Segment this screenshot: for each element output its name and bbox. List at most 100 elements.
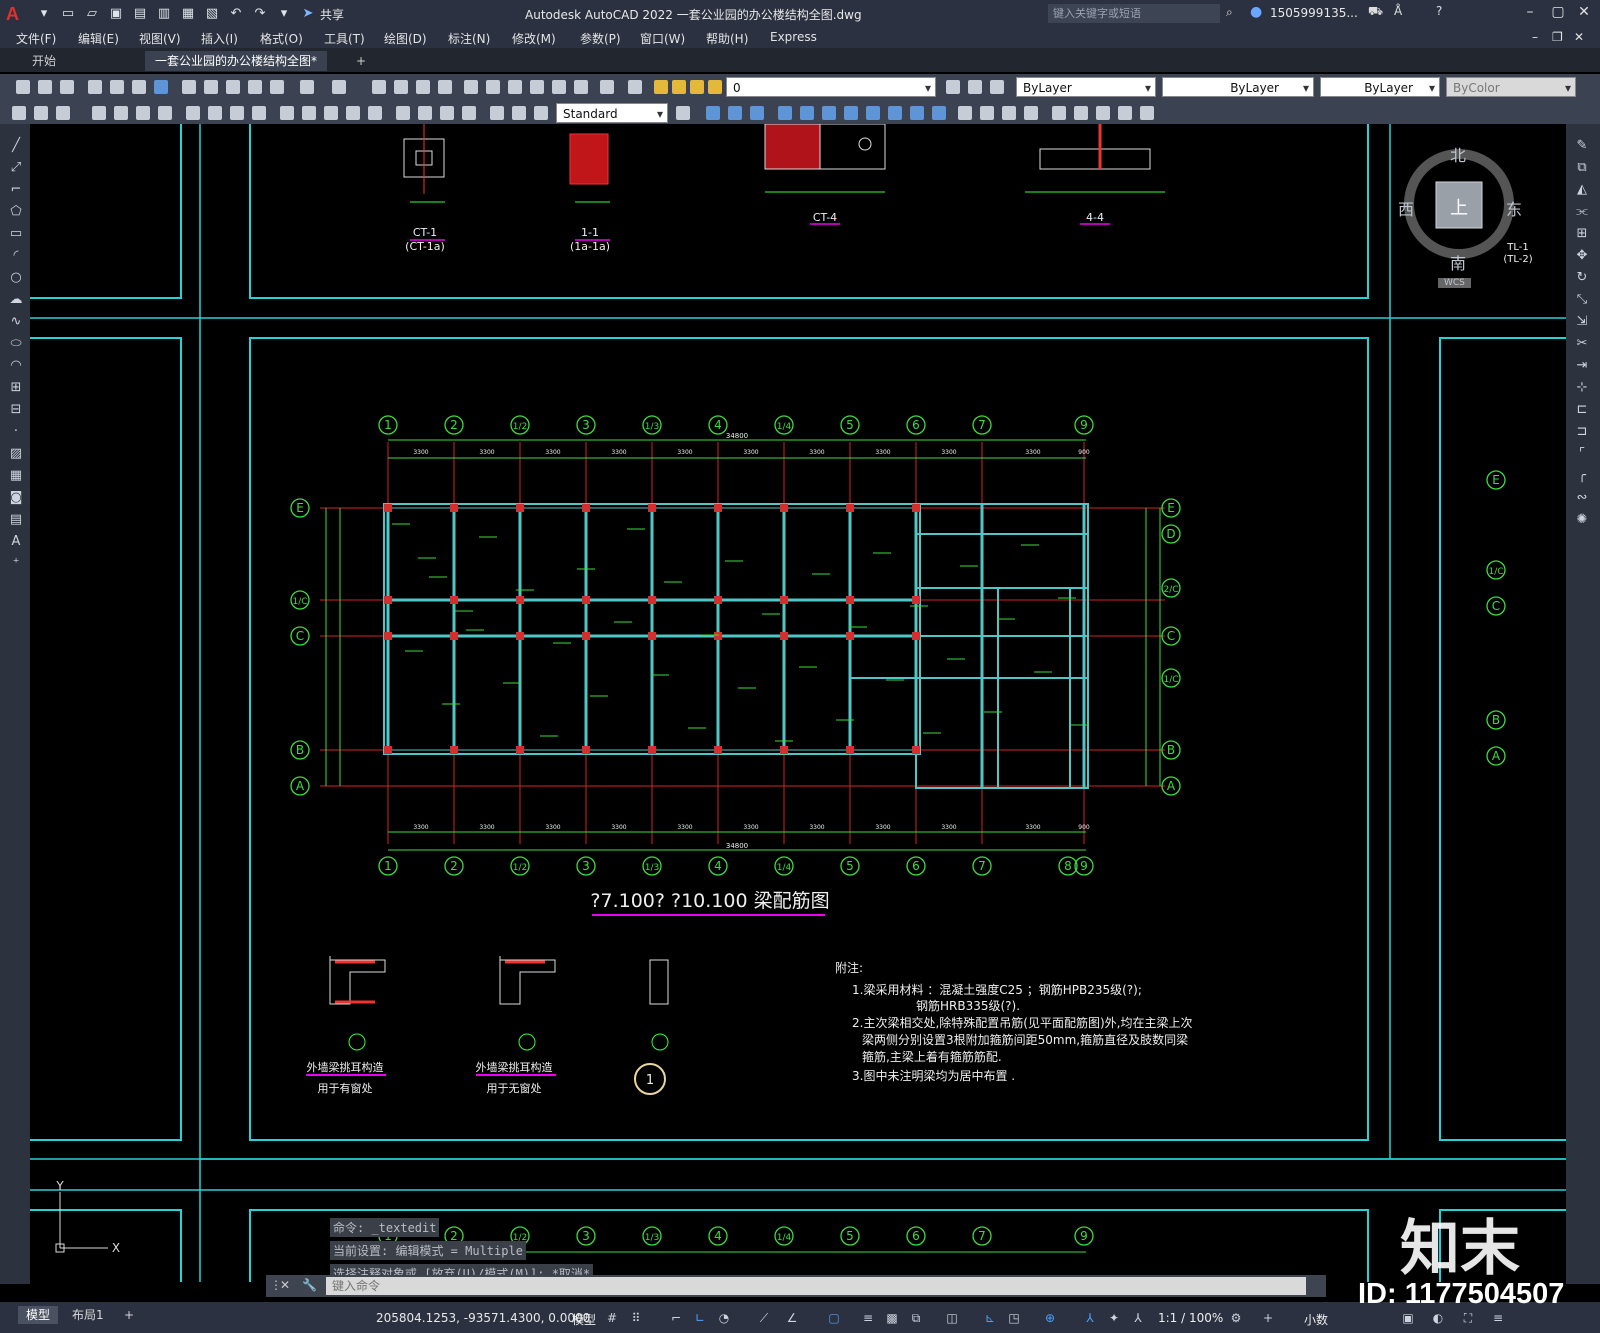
doc-restore-icon[interactable]: ❐ [1552,30,1563,44]
insert-block-icon[interactable]: ⊞ [8,380,24,396]
3d-osnap-icon[interactable]: ◫ [944,1310,960,1326]
tab-start[interactable]: 开始 [22,51,66,71]
dim-break-icon[interactable] [366,104,384,122]
close-icon[interactable]: ✕ [1574,4,1594,22]
save-as-icon[interactable]: ▤ [131,6,149,22]
isodraft-icon[interactable]: ⟋ [756,1310,772,1326]
zoom-window-icon[interactable] [414,78,432,96]
lineweight-dropdown[interactable]: ByLayer [1320,77,1440,98]
ucs-zaxis-icon[interactable] [930,104,948,122]
fillet-icon[interactable]: ╭ [1574,468,1590,484]
realistic-icon[interactable] [1000,104,1018,122]
autocad-logo-icon[interactable]: A [6,3,32,25]
hardware-acceleration-icon[interactable]: ▣ [1400,1310,1416,1326]
layer-dropdown[interactable]: 0 [726,77,936,98]
construction-line-icon[interactable]: ⤢ [8,160,24,176]
polyline-icon[interactable]: ⌐ [8,182,24,198]
inspection-icon[interactable] [438,104,456,122]
undo-icon[interactable]: ↶ [227,6,245,22]
pan-icon[interactable] [370,78,388,96]
viewcube-south[interactable]: 南 [1450,250,1466,274]
aligned-dim-icon[interactable] [112,104,130,122]
hatch-icon[interactable]: ▨ [8,446,24,462]
menu-window[interactable]: 窗口(W) [640,30,685,47]
scale-icon[interactable]: ⤡ [1574,292,1590,308]
menu-help[interactable]: 帮助(H) [706,30,748,47]
plot-icon[interactable]: ▧ [203,6,221,22]
dim-edit-icon[interactable] [488,104,506,122]
minimize-icon[interactable]: – [1520,4,1540,22]
view-left-icon[interactable] [748,104,766,122]
layer-states-icon[interactable] [988,78,1006,96]
revcloud-icon[interactable]: ☁ [8,292,24,308]
open-file-icon[interactable]: ▱ [83,6,101,22]
menu-dimension[interactable]: 标注(N) [448,30,490,47]
explode-icon[interactable]: ✺ [1574,512,1590,528]
lineweight-icon[interactable]: ≡ [860,1310,876,1326]
zoom-previous-icon[interactable] [436,78,454,96]
center-mark-icon[interactable] [416,104,434,122]
plot-preview-icon[interactable] [108,78,126,96]
join-icon[interactable]: ⊐ [1574,424,1590,440]
redo-icon[interactable] [330,78,348,96]
arc-icon[interactable]: ◜ [8,248,24,264]
osnap-icon[interactable]: ▢ [826,1310,842,1326]
menu-format[interactable]: 格式(O) [260,30,303,47]
undo-icon[interactable] [298,78,316,96]
ucs-icon[interactable] [776,104,794,122]
render-window-icon[interactable] [1116,104,1134,122]
make-block-icon[interactable]: ⊟ [8,402,24,418]
view-front-icon[interactable] [704,104,722,122]
units-value[interactable]: 小数 [1304,1311,1328,1328]
lights-icon[interactable] [1072,104,1090,122]
rectangle-icon[interactable]: ▭ [8,226,24,242]
user-icon[interactable]: ● [1250,4,1262,20]
otrack-icon[interactable]: ∠ [784,1310,800,1326]
layer-manager-icon[interactable] [626,78,644,96]
mtext-icon[interactable]: A [8,534,24,550]
render-preset-icon[interactable] [1138,104,1156,122]
erase-icon[interactable]: ✎ [1574,138,1590,154]
search-icon[interactable]: ⌕ [1226,5,1233,20]
make-current-layer-icon[interactable] [944,78,962,96]
region-icon[interactable]: ◙ [8,490,24,506]
dim-style-dropdown[interactable]: Standard [556,103,668,124]
radius-dim-icon[interactable] [184,104,202,122]
color-dropdown[interactable]: ByLayer [1016,77,1156,98]
dim-space-icon[interactable] [344,104,362,122]
layer-freeze-icon[interactable] [670,78,688,96]
customization-icon[interactable]: ≡ [1490,1310,1506,1326]
zoom-realtime-icon[interactable] [392,78,410,96]
break-icon[interactable]: ⊏ [1574,402,1590,418]
workspace-icon[interactable]: ⚙ [1228,1310,1244,1326]
menu-draw[interactable]: 绘图(D) [384,30,427,47]
ordinate-dim-icon[interactable] [156,104,174,122]
quick-dim-icon[interactable] [278,104,296,122]
new-icon[interactable] [14,78,32,96]
doc-minimize-icon[interactable]: – [1532,30,1538,44]
match-properties-icon[interactable] [246,78,264,96]
annotation-visibility-icon[interactable]: ⅄ [1082,1310,1098,1326]
ellipse-icon[interactable]: ⬭ [8,336,24,352]
ucs-world-icon[interactable] [798,104,816,122]
tolerance-icon[interactable] [394,104,412,122]
mirror-icon[interactable]: ◭ [1574,182,1590,198]
break-at-point-icon[interactable]: ⊹ [1574,380,1590,396]
coordinates-readout[interactable]: 205804.1253, -93571.4300, 0.0000 [376,1311,590,1325]
jogged-linear-icon[interactable] [460,104,478,122]
ucs-previous-icon[interactable] [820,104,838,122]
gizmo-icon[interactable]: ⊕ [1042,1310,1058,1326]
chamfer-icon[interactable]: ⌜ [1574,446,1590,462]
customize-qat-icon[interactable]: ▾ [275,6,293,22]
add-selected-icon[interactable]: ⁺ [8,556,24,572]
arc-length-dim-icon[interactable] [134,104,152,122]
new-file-icon[interactable]: ▭ [59,6,77,22]
snap-icon[interactable]: ⠿ [628,1310,644,1326]
selection-filter-icon[interactable]: ◳ [1006,1310,1022,1326]
annotate-scale-icon[interactable] [32,104,50,122]
drawing-canvas[interactable]: CT-1 (CT-1a) 1-1 (1a-1a) CT-4 4-4 TL-1 (… [30,124,1566,1282]
trim-icon[interactable]: ✂ [1574,336,1590,352]
polygon-icon[interactable]: ⬠ [8,204,24,220]
array-icon[interactable]: ⊞ [1574,226,1590,242]
cart-icon[interactable]: ⛟ [1368,4,1383,20]
